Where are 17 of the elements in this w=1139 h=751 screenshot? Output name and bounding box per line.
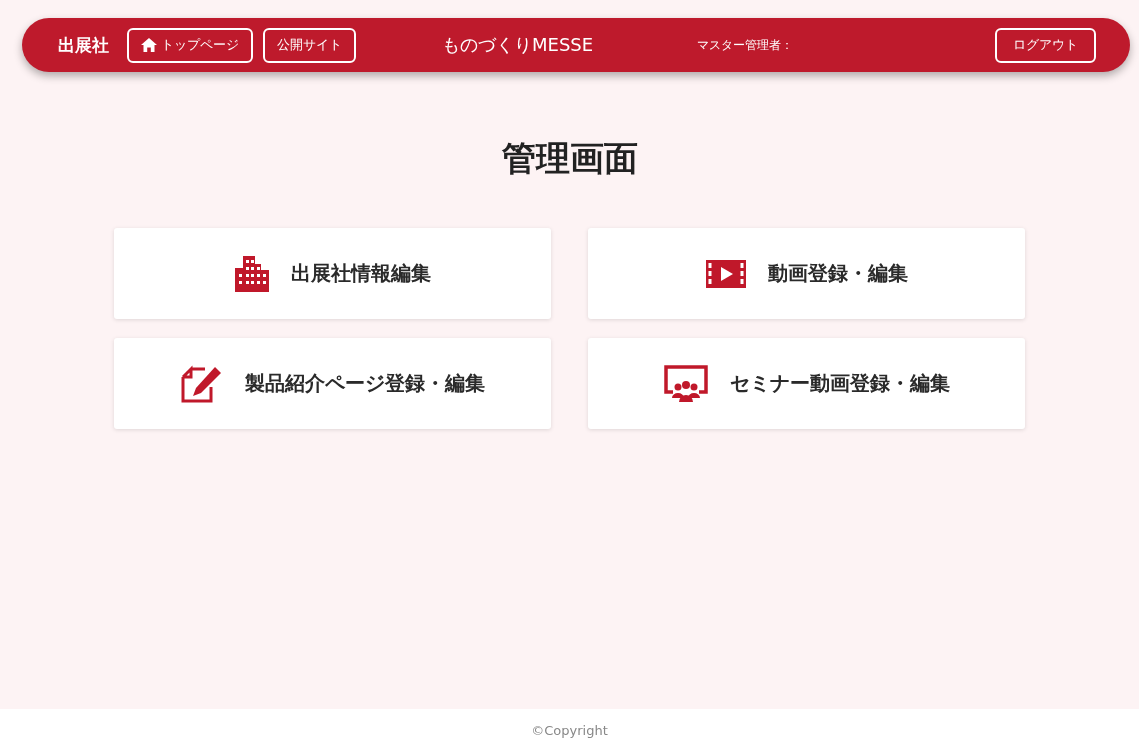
page-title: 管理画面 <box>500 137 639 180</box>
menu-card[interactable]: セミナー動画登録・編集 <box>588 338 1025 429</box>
seminar-icon <box>663 364 708 403</box>
logout-button[interactable]: ログアウト <box>995 27 1096 63</box>
edit-icon <box>180 364 223 403</box>
home-icon <box>141 38 157 52</box>
menu-card[interactable]: 製品紹介ページ登録・編集 <box>114 338 551 429</box>
user-label: マスター管理者： <box>697 36 794 54</box>
copyright-text: ©Copyright <box>531 722 608 738</box>
public-site-button[interactable]: 公開サイト <box>263 27 356 63</box>
building-icon <box>234 255 269 292</box>
video-icon <box>705 259 746 288</box>
menu-card[interactable]: 動画登録・編集 <box>588 228 1025 319</box>
site-title: ものづくりMESSE <box>442 33 594 57</box>
menu-card[interactable]: 出展社情報編集 <box>114 228 551 319</box>
brand-label: 出展社 <box>58 33 109 57</box>
top-page-button[interactable]: トップページ <box>127 27 253 63</box>
